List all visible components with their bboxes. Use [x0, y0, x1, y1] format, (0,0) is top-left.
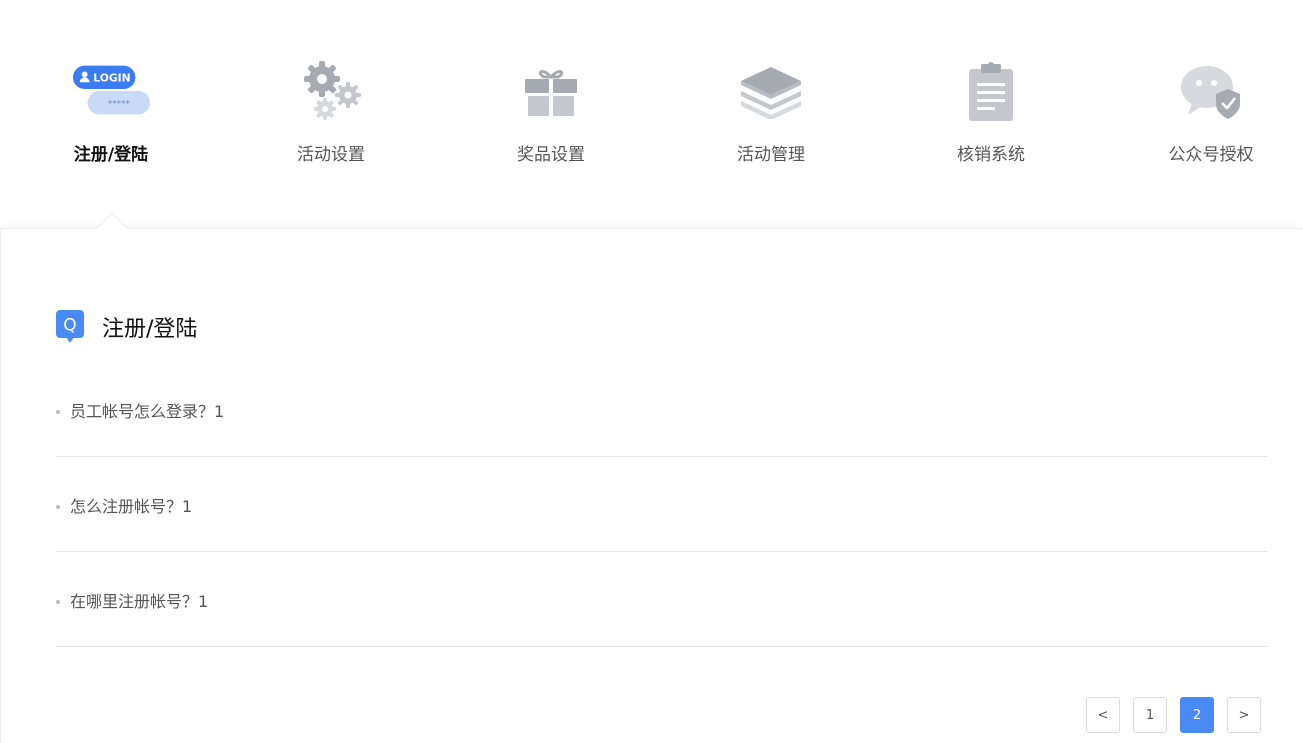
active-indicator-inner — [97, 214, 127, 229]
gift-icon — [511, 60, 591, 122]
list-item: 怎么注册帐号？1 — [56, 457, 1267, 552]
clipboard-icon — [951, 60, 1031, 122]
nav-label: 活动管理 — [737, 145, 805, 165]
category-nav: ***** LOGIN 注册/登陆 活动设置 奖品设置 活动管理 核销系统 公众… — [0, 0, 1303, 228]
nav-label: 公众号授权 — [1168, 145, 1254, 165]
nav-item-activity-settings[interactable]: 活动设置 — [271, 60, 391, 170]
nav-item-prize-settings[interactable]: 奖品设置 — [491, 60, 611, 170]
next-page-button[interactable]: > — [1227, 697, 1261, 733]
question-link[interactable]: 怎么注册帐号？1 — [70, 493, 192, 517]
question-link[interactable]: 员工帐号怎么登录？1 — [70, 398, 224, 422]
question-link[interactable]: 在哪里注册帐号？1 — [70, 588, 208, 612]
nav-label: 注册/登陆 — [73, 145, 149, 165]
pagination: < 1 2 > — [1086, 697, 1261, 733]
nav-label: 核销系统 — [957, 145, 1025, 165]
nav-item-wechat-authorization[interactable]: 公众号授权 — [1151, 60, 1271, 170]
bullet-icon — [56, 600, 60, 604]
bullet-icon — [56, 410, 60, 414]
question-list: 员工帐号怎么登录？1 怎么注册帐号？1 在哪里注册帐号？1 — [56, 362, 1267, 647]
svg-text:*****: ***** — [108, 100, 131, 110]
nav-item-login[interactable]: ***** LOGIN 注册/登陆 — [51, 60, 171, 170]
nav-label: 活动设置 — [297, 145, 365, 165]
wechat-shield-icon — [1171, 60, 1251, 122]
nav-item-verification-system[interactable]: 核销系统 — [931, 60, 1051, 170]
prev-page-button[interactable]: < — [1086, 697, 1120, 733]
section-header: Q 注册/登陆 — [56, 310, 197, 344]
gears-icon — [291, 60, 371, 122]
list-item: 在哪里注册帐号？1 — [56, 552, 1267, 647]
login-icon: ***** LOGIN — [71, 60, 151, 122]
bullet-icon — [56, 505, 60, 509]
layers-icon — [731, 60, 811, 122]
list-item: 员工帐号怎么登录？1 — [56, 362, 1267, 457]
svg-text:LOGIN: LOGIN — [93, 72, 130, 85]
svg-text:Q: Q — [63, 316, 76, 336]
page-button-current[interactable]: 2 — [1180, 697, 1214, 733]
nav-label: 奖品设置 — [517, 145, 585, 165]
q-bubble-icon: Q — [56, 310, 84, 343]
nav-item-activity-management[interactable]: 活动管理 — [711, 60, 831, 170]
section-title: 注册/登陆 — [102, 317, 198, 342]
page-button[interactable]: 1 — [1133, 697, 1167, 733]
